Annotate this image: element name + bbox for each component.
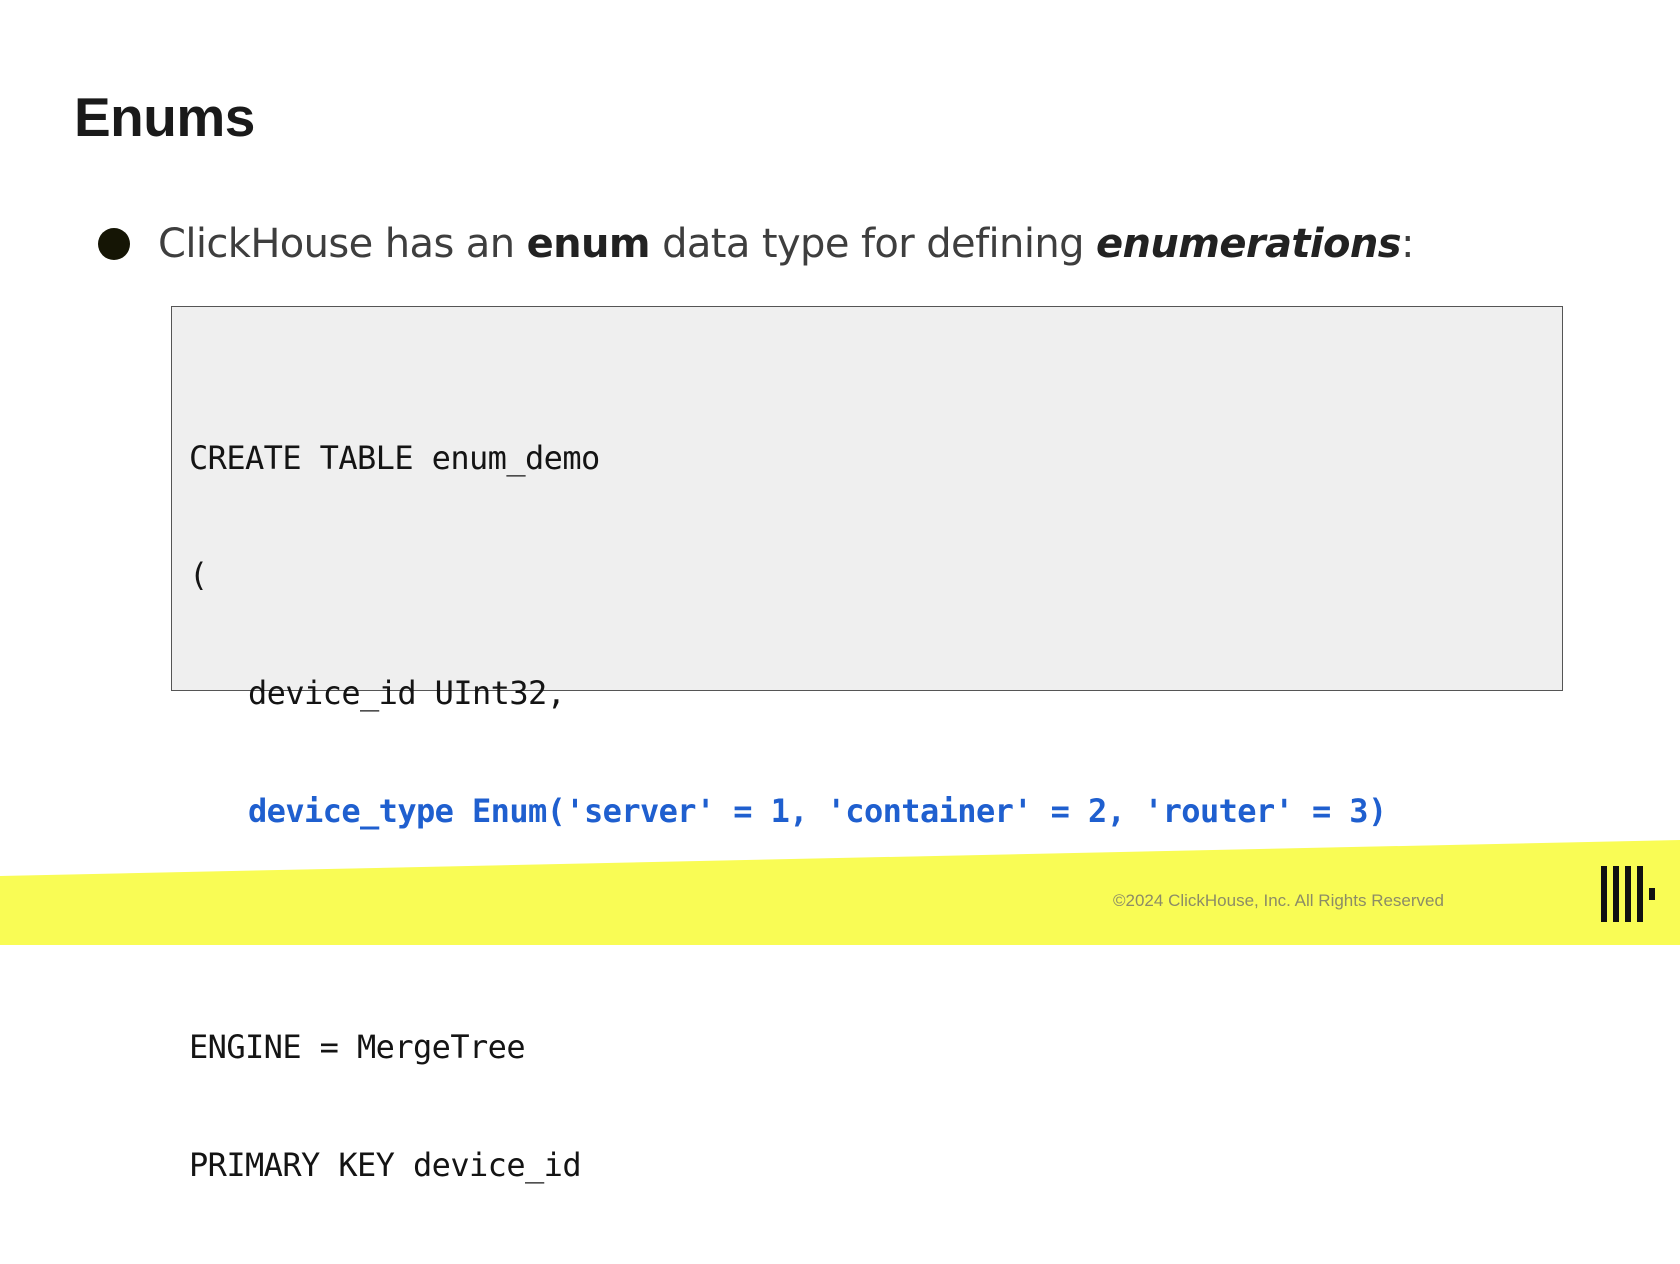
bullet-text-enumerations: enumerations bbox=[1095, 221, 1402, 267]
slide-title: Enums bbox=[74, 86, 255, 148]
code-line: ( bbox=[189, 556, 208, 595]
code-line: ENGINE = MergeTree bbox=[189, 1028, 526, 1067]
bullet-dot-icon bbox=[98, 228, 130, 260]
clickhouse-logo-icon bbox=[1601, 866, 1655, 922]
code-line: ) bbox=[189, 910, 208, 949]
code-line-highlighted: device_type Enum('server' = 1, 'containe… bbox=[248, 792, 1387, 831]
code-line: device_id UInt32, bbox=[248, 674, 566, 713]
code-block-container: CREATE TABLE enum_demo ( device_id UInt3… bbox=[171, 306, 1563, 1184]
code-block: CREATE TABLE enum_demo ( device_id UInt3… bbox=[189, 360, 1387, 1264]
bullet-text-enum: enum bbox=[526, 221, 651, 267]
copyright-text: ©2024 ClickHouse, Inc. All Rights Reserv… bbox=[1113, 891, 1444, 910]
bullet-text-part: ClickHouse has an bbox=[158, 221, 527, 267]
bullet-text-part: data type for defining bbox=[649, 221, 1096, 267]
bullet-text-colon: : bbox=[1401, 221, 1414, 267]
code-line: CREATE TABLE enum_demo bbox=[189, 438, 600, 477]
code-line: PRIMARY KEY device_id bbox=[189, 1145, 582, 1184]
bullet-item: ClickHouse has an enum data type for def… bbox=[98, 216, 1414, 272]
bullet-text: ClickHouse has an enum data type for def… bbox=[158, 221, 1414, 267]
